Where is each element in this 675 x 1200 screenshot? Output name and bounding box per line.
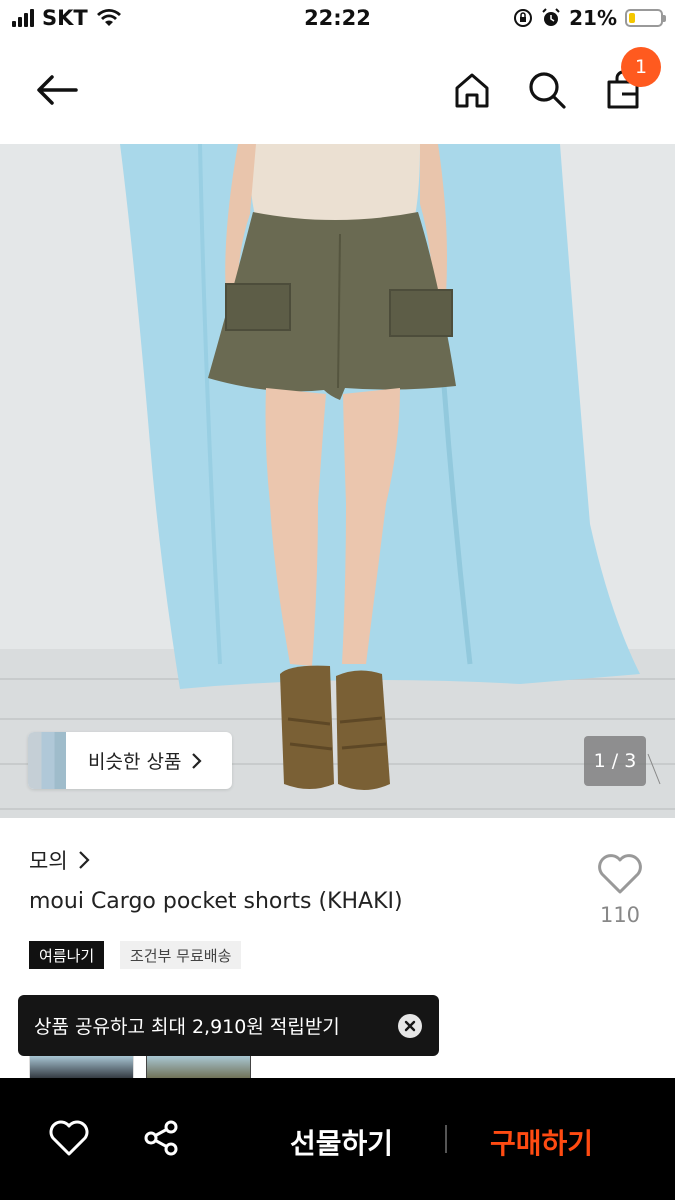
bottom-action-bar: 선물하기 구매하기 xyxy=(0,1078,675,1200)
cart-count-badge: 1 xyxy=(621,47,661,87)
rotation-lock-icon xyxy=(514,9,533,27)
search-icon xyxy=(529,72,566,109)
status-right: 21% xyxy=(513,6,666,30)
status-bar: SKT 22:22 21% xyxy=(0,0,675,38)
home-icon xyxy=(455,73,489,108)
tag-summer: 여름나기 xyxy=(29,941,105,969)
chevron-right-icon xyxy=(192,752,203,769)
toast-close-button[interactable] xyxy=(398,1014,422,1038)
top-navbar xyxy=(0,38,675,144)
home-button[interactable] xyxy=(448,66,496,114)
tag-conditional-free-shipping: 조건부 무료배송 xyxy=(120,941,242,969)
battery-level xyxy=(629,13,635,23)
similar-products-button[interactable]: 비슷한 상품 xyxy=(28,732,232,789)
product-photo xyxy=(0,144,675,818)
alarm-icon xyxy=(542,8,560,26)
share-button[interactable] xyxy=(142,1119,180,1157)
heart-icon xyxy=(598,854,642,894)
arrow-left-icon xyxy=(37,75,78,105)
buy-button[interactable]: 구매하기 xyxy=(490,1122,593,1162)
product-image[interactable] xyxy=(0,144,675,818)
search-button[interactable] xyxy=(523,66,571,114)
bottom-wishlist-button[interactable] xyxy=(48,1120,90,1158)
brand-name: 모의 xyxy=(29,849,68,873)
battery-percent: 21% xyxy=(569,6,617,30)
share-icon xyxy=(144,1120,178,1156)
similar-products-thumbnail xyxy=(28,732,66,789)
product-title: moui Cargo pocket shorts (KHAKI) xyxy=(29,889,403,914)
battery-icon xyxy=(625,9,666,27)
divider xyxy=(445,1125,447,1153)
image-page-indicator: 1 / 3 xyxy=(584,736,646,786)
heart-icon xyxy=(49,1120,89,1156)
wishlist-button[interactable] xyxy=(596,852,644,896)
wishlist-count: 110 xyxy=(599,903,641,927)
toast-message: 상품 공유하고 최대 2,910원 적립받기 xyxy=(34,1016,340,1038)
back-button[interactable] xyxy=(33,66,81,114)
similar-products-label: 비슷한 상품 xyxy=(88,751,182,773)
share-reward-toast[interactable]: 상품 공유하고 최대 2,910원 적립받기 xyxy=(18,995,439,1056)
chevron-right-icon xyxy=(78,851,90,869)
gift-button[interactable]: 선물하기 xyxy=(290,1122,393,1162)
close-icon xyxy=(404,1020,416,1032)
brand-link[interactable]: 모의 xyxy=(29,845,90,875)
